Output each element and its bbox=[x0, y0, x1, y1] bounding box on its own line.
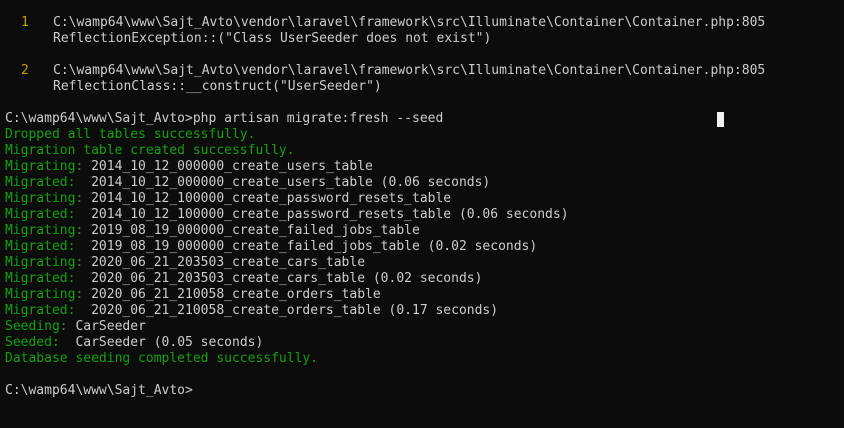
output-line: Migration table created successfully. bbox=[5, 143, 295, 159]
output-line: Migrated: 2019_08_19_000000_create_faile… bbox=[5, 239, 537, 255]
command-line: C:\wamp64\www\Sajt_Avto>php artisan migr… bbox=[5, 111, 443, 127]
output-label: Migrating: bbox=[5, 159, 92, 174]
output-value: 2014_10_12_100000_create_password_resets… bbox=[91, 191, 452, 206]
output-label: Migrated: bbox=[5, 175, 92, 190]
trace-location: C:\wamp64\www\Sajt_Avto\vendor\laravel\f… bbox=[53, 63, 766, 78]
output-label: Database seeding completed successfully. bbox=[5, 351, 319, 366]
output-value: 2014_10_12_000000_create_users_table (0.… bbox=[91, 175, 491, 190]
output-label: Migrating: bbox=[5, 287, 92, 302]
trace-number: 1 bbox=[21, 15, 29, 30]
output-line: Database seeding completed successfully. bbox=[5, 351, 318, 367]
terminal-window[interactable]: 1 C:\wamp64\www\Sajt_Avto\vendor\laravel… bbox=[0, 0, 844, 428]
final-prompt-line[interactable]: C:\wamp64\www\Sajt_Avto> bbox=[5, 383, 193, 399]
output-label: Migrating: bbox=[5, 191, 92, 206]
trace-location: C:\wamp64\www\Sajt_Avto\vendor\laravel\f… bbox=[53, 15, 766, 30]
output-value: 2014_10_12_000000_create_users_table bbox=[91, 159, 373, 174]
output-label: Migrating: bbox=[5, 223, 92, 238]
output-value: 2020_06_21_203503_create_cars_table bbox=[91, 255, 366, 270]
trace-call: ReflectionClass::__construct("UserSeeder… bbox=[53, 79, 382, 94]
output-line: Dropped all tables successfully. bbox=[5, 127, 255, 143]
output-label: Dropped all tables successfully. bbox=[5, 127, 256, 142]
output-line: Migrating: 2020_06_21_210058_create_orde… bbox=[5, 287, 381, 303]
output-label: Migration table created successfully. bbox=[5, 143, 295, 158]
output-label: Migrated: bbox=[5, 239, 92, 254]
output-line: Migrated: 2020_06_21_210058_create_order… bbox=[5, 303, 498, 319]
output-value: CarSeeder (0.05 seconds) bbox=[75, 335, 264, 350]
output-line: Seeding: CarSeeder bbox=[5, 319, 146, 335]
prompt: C:\wamp64\www\Sajt_Avto> bbox=[5, 111, 193, 126]
output-line: Migrated: 2014_10_12_000000_create_users… bbox=[5, 175, 490, 191]
output-label: Seeding: bbox=[5, 319, 76, 334]
output-line: Migrating: 2014_10_12_100000_create_pass… bbox=[5, 191, 451, 207]
prompt: C:\wamp64\www\Sajt_Avto> bbox=[5, 383, 193, 398]
output-label: Migrating: bbox=[5, 255, 92, 270]
output-line: Migrating: 2014_10_12_000000_create_user… bbox=[5, 159, 373, 175]
output-label: Migrated: bbox=[5, 271, 92, 286]
output-label: Migrated: bbox=[5, 303, 92, 318]
output-value: CarSeeder bbox=[75, 319, 146, 334]
output-value: 2014_10_12_100000_create_password_resets… bbox=[91, 207, 569, 222]
output-line: Migrated: 2014_10_12_100000_create_passw… bbox=[5, 207, 569, 223]
text-cursor bbox=[717, 112, 724, 127]
output-line: Migrated: 2020_06_21_203503_create_cars_… bbox=[5, 271, 482, 287]
output-label: Migrated: bbox=[5, 207, 92, 222]
output-value: 2019_08_19_000000_create_failed_jobs_tab… bbox=[91, 239, 538, 254]
output-value: 2020_06_21_210058_create_orders_table bbox=[91, 287, 381, 302]
output-line: Seeded: CarSeeder (0.05 seconds) bbox=[5, 335, 263, 351]
output-line: Migrating: 2020_06_21_203503_create_cars… bbox=[5, 255, 365, 271]
output-value: 2019_08_19_000000_create_failed_jobs_tab… bbox=[91, 223, 420, 238]
output-value: 2020_06_21_203503_create_cars_table (0.0… bbox=[91, 271, 483, 286]
command-text: php artisan migrate:fresh --seed bbox=[192, 111, 444, 126]
trace-number: 2 bbox=[21, 63, 29, 78]
output-line: Migrating: 2019_08_19_000000_create_fail… bbox=[5, 223, 420, 239]
output-label: Seeded: bbox=[5, 335, 76, 350]
trace-call: ReflectionException::("Class UserSeeder … bbox=[53, 31, 492, 46]
output-value: 2020_06_21_210058_create_orders_table (0… bbox=[91, 303, 499, 318]
